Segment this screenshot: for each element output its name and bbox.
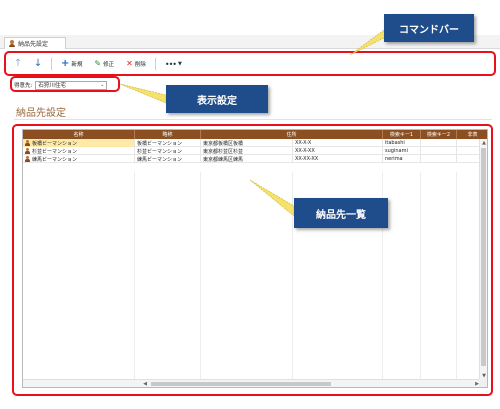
delivery-list-callout: 納品先一覧 xyxy=(294,198,388,228)
app-window: 納品先設定 ↑ ↓ + 新規 ✎ 修正 ✕ 削除 ••• ▼ 得意先: 石狩川住… xyxy=(0,0,500,409)
page-title: 納品先設定 xyxy=(16,108,66,119)
display-settings-highlight xyxy=(10,76,120,92)
tab-label: 納品先設定 xyxy=(18,41,49,48)
command-bar-highlight xyxy=(4,51,496,76)
person-icon xyxy=(9,40,15,47)
delivery-list-highlight xyxy=(12,124,493,396)
display-settings-callout: 表示設定 xyxy=(166,85,268,113)
tab-delivery-settings[interactable]: 納品先設定 xyxy=(4,37,66,49)
title-divider xyxy=(14,119,492,120)
command-bar-callout: コマンドバー xyxy=(384,14,474,42)
